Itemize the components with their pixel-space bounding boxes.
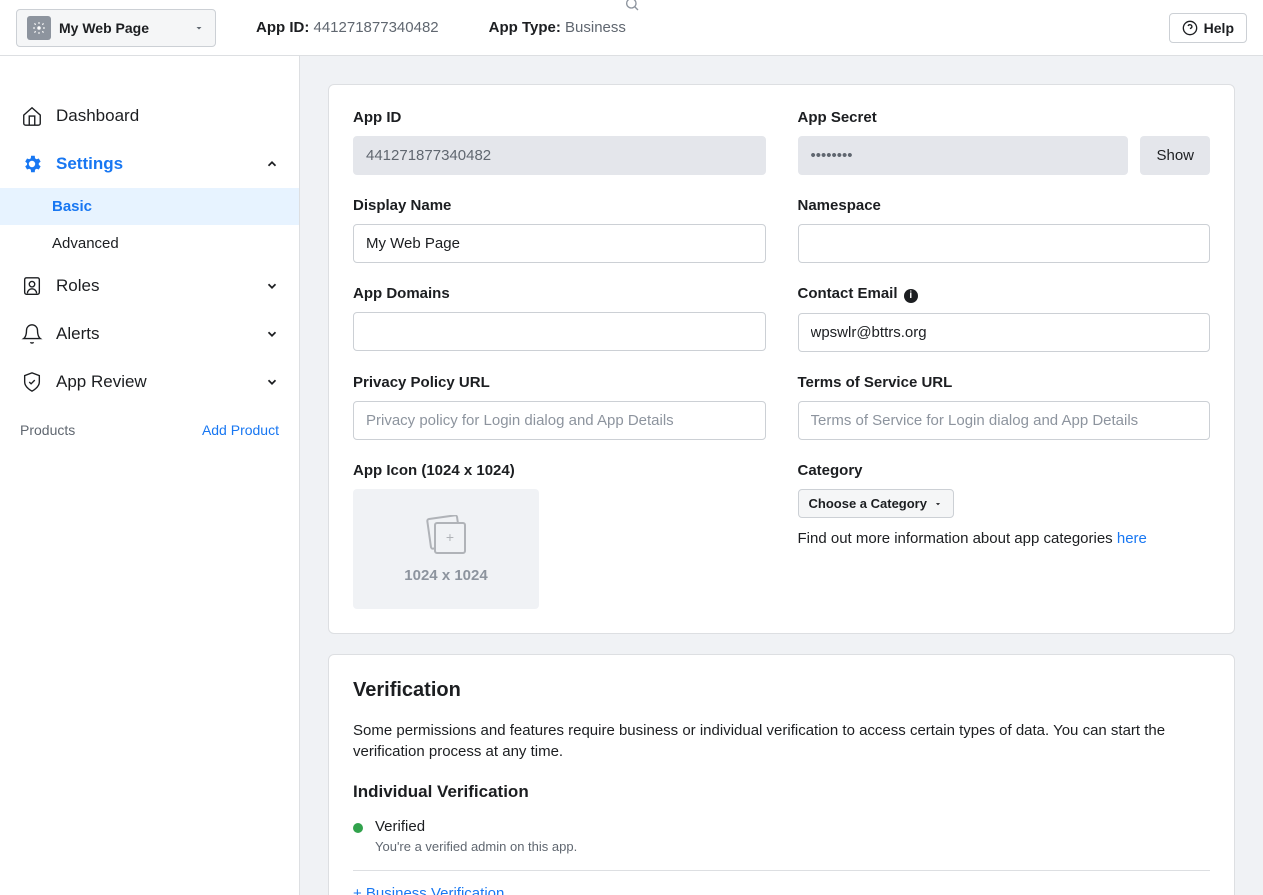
- app-id-label: App ID: [353, 109, 766, 126]
- info-icon: i: [904, 289, 918, 303]
- verification-title: Verification: [353, 679, 1210, 702]
- verification-card: Verification Some permissions and featur…: [328, 654, 1235, 895]
- verification-status: Verified You're a verified admin on this…: [353, 818, 1210, 854]
- sidebar-subitem-advanced[interactable]: Advanced: [52, 225, 299, 262]
- add-product-link[interactable]: Add Product: [202, 422, 279, 438]
- sidebar: Dashboard Settings Basic Advanced Roles: [0, 56, 300, 895]
- contact-email-field[interactable]: [798, 313, 1211, 352]
- roles-icon: [20, 274, 44, 298]
- display-name-field[interactable]: [353, 224, 766, 263]
- gear-icon: [20, 152, 44, 176]
- display-name-label: Display Name: [353, 197, 766, 214]
- search-icon: [624, 0, 640, 12]
- privacy-url-field[interactable]: [353, 401, 766, 440]
- app-domains-field[interactable]: [353, 312, 766, 351]
- app-icon: [27, 16, 51, 40]
- image-upload-icon: +: [421, 515, 471, 557]
- app-selector-name: My Web Page: [59, 20, 193, 36]
- status-subtext: You're a verified admin on this app.: [375, 839, 577, 854]
- sidebar-item-alerts[interactable]: Alerts: [0, 310, 299, 358]
- app-selector[interactable]: My Web Page: [16, 9, 216, 47]
- caret-down-icon: [933, 499, 943, 509]
- privacy-url-label: Privacy Policy URL: [353, 374, 766, 391]
- contact-email-label: Contact Email i: [798, 285, 1211, 303]
- category-select[interactable]: Choose a Category: [798, 489, 954, 518]
- chevron-down-icon: [193, 22, 205, 34]
- status-text: Verified: [375, 818, 577, 835]
- sidebar-item-dashboard[interactable]: Dashboard: [0, 92, 299, 140]
- sidebar-subitem-basic[interactable]: Basic: [0, 188, 299, 225]
- category-hint: Find out more information about app cate…: [798, 530, 1211, 547]
- app-icon-label: App Icon (1024 x 1024): [353, 462, 766, 479]
- header-app-id: App ID: 441271877340482: [256, 19, 439, 36]
- show-secret-button[interactable]: Show: [1140, 136, 1210, 175]
- app-domains-label: App Domains: [353, 285, 766, 302]
- divider: [353, 870, 1210, 871]
- sidebar-products: Products Add Product: [0, 406, 299, 454]
- sidebar-item-roles[interactable]: Roles: [0, 262, 299, 310]
- individual-verification-title: Individual Verification: [353, 782, 1210, 802]
- app-secret-label: App Secret: [798, 109, 1211, 126]
- tos-url-label: Terms of Service URL: [798, 374, 1211, 391]
- svg-text:+: +: [446, 529, 454, 545]
- sidebar-item-settings[interactable]: Settings: [0, 140, 299, 188]
- chevron-down-icon: [265, 327, 279, 341]
- chevron-down-icon: [265, 279, 279, 293]
- chevron-down-icon: [265, 375, 279, 389]
- namespace-label: Namespace: [798, 197, 1211, 214]
- chevron-up-icon: [265, 157, 279, 171]
- help-icon: [1182, 20, 1198, 36]
- help-button[interactable]: Help: [1169, 13, 1247, 43]
- app-id-field: [353, 136, 766, 175]
- home-icon: [20, 104, 44, 128]
- verification-desc: Some permissions and features require bu…: [353, 720, 1210, 762]
- category-label: Category: [798, 462, 1211, 479]
- header-info: App ID: 441271877340482 App Type: Busine…: [256, 19, 626, 36]
- app-icon-upload[interactable]: + 1024 x 1024: [353, 489, 539, 609]
- app-secret-field: [798, 136, 1129, 175]
- shield-check-icon: [20, 370, 44, 394]
- business-verification-link[interactable]: + Business Verification: [353, 885, 1210, 895]
- sidebar-item-app-review[interactable]: App Review: [0, 358, 299, 406]
- main-content: App ID App Secret Show Display Name: [300, 56, 1263, 895]
- status-dot-icon: [353, 823, 363, 833]
- header-app-type: App Type: Business: [489, 19, 626, 36]
- tos-url-field[interactable]: [798, 401, 1211, 440]
- namespace-field[interactable]: [798, 224, 1211, 263]
- category-hint-link[interactable]: here: [1117, 530, 1147, 547]
- basic-settings-card: App ID App Secret Show Display Name: [328, 84, 1235, 634]
- bell-icon: [20, 322, 44, 346]
- header: My Web Page App ID: 441271877340482 App …: [0, 0, 1263, 56]
